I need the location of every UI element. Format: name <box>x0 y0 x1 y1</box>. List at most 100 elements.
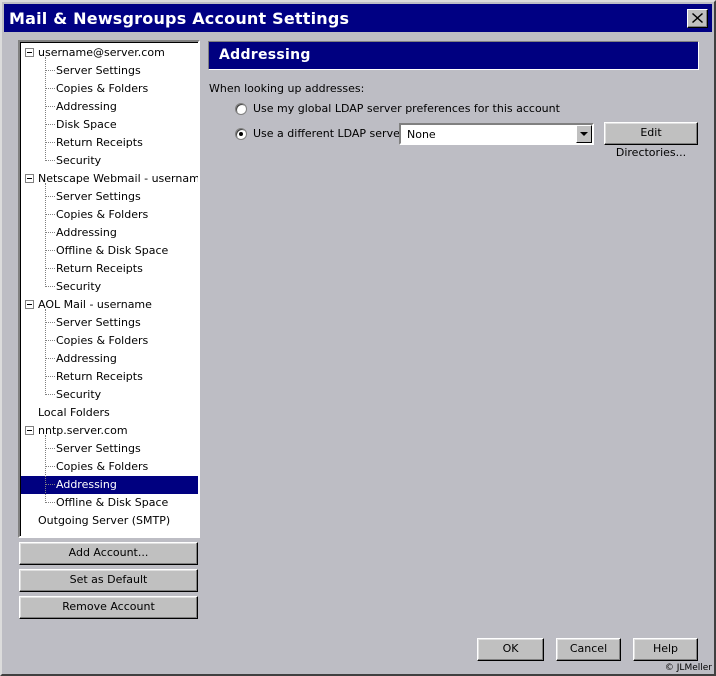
tree-child-item[interactable]: Server Settings <box>21 188 198 206</box>
radio-selected-dot <box>239 132 243 136</box>
account-tree[interactable]: username@server.com Server Settings Copies… <box>18 40 200 538</box>
tree-item-label: Server Settings <box>56 442 141 455</box>
panel-title: Addressing <box>219 47 311 63</box>
panel-header: Addressing <box>208 41 699 70</box>
tree-item-label: Addressing <box>56 478 117 491</box>
tree-connector <box>46 70 55 71</box>
radio-different-ldap[interactable] <box>235 128 247 140</box>
tree-connector <box>46 358 55 359</box>
close-button[interactable] <box>687 9 708 28</box>
collapse-icon[interactable] <box>25 174 34 183</box>
tree-account-item[interactable]: Local Folders <box>21 404 198 422</box>
tree-item-label: Copies & Folders <box>56 208 149 221</box>
tree-connector <box>46 232 55 233</box>
tree-connector <box>46 322 55 323</box>
tree-connector <box>46 250 55 251</box>
tree-child-item[interactable]: Copies & Folders <box>21 458 198 476</box>
account-settings-window: Mail & Newsgroups Account Settings usern… <box>0 0 716 676</box>
tree-item-label: Copies & Folders <box>56 82 149 95</box>
tree-child-item[interactable]: Addressing <box>21 350 198 368</box>
tree-connector <box>46 340 55 341</box>
tree-child-item[interactable]: Copies & Folders <box>21 206 198 224</box>
tree-child-item[interactable]: Copies & Folders <box>21 332 198 350</box>
tree-child-item[interactable]: Return Receipts <box>21 368 198 386</box>
tree-item-label: Server Settings <box>56 190 141 203</box>
tree-child-item[interactable]: Security <box>21 386 198 404</box>
tree-account-item[interactable]: Netscape Webmail - username <box>21 170 200 188</box>
tree-connector <box>46 466 55 467</box>
collapse-icon[interactable] <box>25 300 34 309</box>
tree-connector <box>46 502 55 503</box>
tree-item-label: Addressing <box>56 352 117 365</box>
tree-item-label: Netscape Webmail - username <box>38 172 200 185</box>
tree-connector <box>46 448 55 449</box>
tree-item-label: Security <box>56 280 102 293</box>
tree-item-label: Security <box>56 154 102 167</box>
tree-connector <box>46 394 55 395</box>
tree-child-item[interactable]: Offline & Disk Space <box>21 494 198 512</box>
tree-connector <box>45 57 46 161</box>
tree-item-label: Offline & Disk Space <box>56 496 169 509</box>
radio-different-ldap-label[interactable]: Use a different LDAP server: <box>253 127 408 140</box>
tree-item-label: AOL Mail - username <box>38 298 152 311</box>
copyright-note: © JLMeller <box>664 663 712 673</box>
radio-global-ldap-label[interactable]: Use my global LDAP server preferences fo… <box>253 102 560 115</box>
tree-child-item[interactable]: Copies & Folders <box>21 80 198 98</box>
title-bar[interactable]: Mail & Newsgroups Account Settings <box>4 4 712 32</box>
tree-item-label: Security <box>56 388 102 401</box>
tree-child-item[interactable]: Return Receipts <box>21 260 198 278</box>
tree-child-item[interactable]: Server Settings <box>21 314 198 332</box>
tree-account-item[interactable]: AOL Mail - username <box>21 296 198 314</box>
tree-child-item[interactable]: Addressing <box>21 224 198 242</box>
tree-item-label: nntp.server.com <box>38 424 128 437</box>
collapse-icon[interactable] <box>25 48 34 57</box>
tree-child-item[interactable]: Addressing <box>21 98 198 116</box>
close-icon <box>692 13 703 23</box>
tree-child-item[interactable]: Disk Space <box>21 116 198 134</box>
tree-child-item[interactable]: Return Receipts <box>21 134 198 152</box>
tree-item-label: Return Receipts <box>56 262 143 275</box>
window-title: Mail & Newsgroups Account Settings <box>9 9 350 28</box>
help-button[interactable]: Help <box>633 638 698 661</box>
tree-child-item[interactable]: Security <box>21 278 198 296</box>
tree-item-label: Disk Space <box>56 118 117 131</box>
tree-child-item[interactable]: Security <box>21 152 198 170</box>
tree-child-item[interactable]: Server Settings <box>21 440 198 458</box>
edit-directories-button[interactable]: Edit Directories... <box>604 122 698 159</box>
tree-connector <box>46 88 55 89</box>
ldap-server-select[interactable]: None <box>399 123 594 145</box>
tree-child-item[interactable]: Server Settings <box>21 62 198 80</box>
tree-connector <box>46 142 55 143</box>
tree-item-label: Server Settings <box>56 316 141 329</box>
radio-global-ldap[interactable] <box>235 103 247 115</box>
tree-item-label: Outgoing Server (SMTP) <box>38 514 171 527</box>
tree-connector <box>46 124 55 125</box>
remove-account-button[interactable]: Remove Account <box>19 596 198 619</box>
tree-account-item[interactable]: Outgoing Server (SMTP) <box>21 512 198 530</box>
tree-item-label: Local Folders <box>38 406 110 419</box>
tree-child-item[interactable]: Offline & Disk Space <box>21 242 198 260</box>
tree-connector <box>46 376 55 377</box>
tree-connector <box>45 183 46 287</box>
cancel-button[interactable]: Cancel <box>556 638 621 661</box>
ok-button[interactable]: OK <box>477 638 544 661</box>
tree-account-item[interactable]: username@server.com <box>21 44 198 62</box>
set-as-default-button[interactable]: Set as Default <box>19 569 198 592</box>
dropdown-arrow-icon[interactable] <box>576 125 592 143</box>
tree-connector <box>46 484 55 485</box>
tree-item-label: Return Receipts <box>56 370 143 383</box>
tree-connector <box>46 196 55 197</box>
lookup-label: When looking up addresses: <box>209 82 365 95</box>
tree-item-label: Copies & Folders <box>56 460 149 473</box>
tree-item-label: Addressing <box>56 100 117 113</box>
tree-item-label: Server Settings <box>56 64 141 77</box>
add-account-button[interactable]: Add Account... <box>19 542 198 565</box>
tree-connector <box>45 309 46 395</box>
tree-account-item[interactable]: nntp.server.com <box>21 422 198 440</box>
tree-connector <box>46 214 55 215</box>
tree-child-item[interactable]: Addressing <box>21 476 198 494</box>
tree-item-label: Offline & Disk Space <box>56 244 169 257</box>
tree-connector <box>46 268 55 269</box>
collapse-icon[interactable] <box>25 426 34 435</box>
tree-item-label: Addressing <box>56 226 117 239</box>
